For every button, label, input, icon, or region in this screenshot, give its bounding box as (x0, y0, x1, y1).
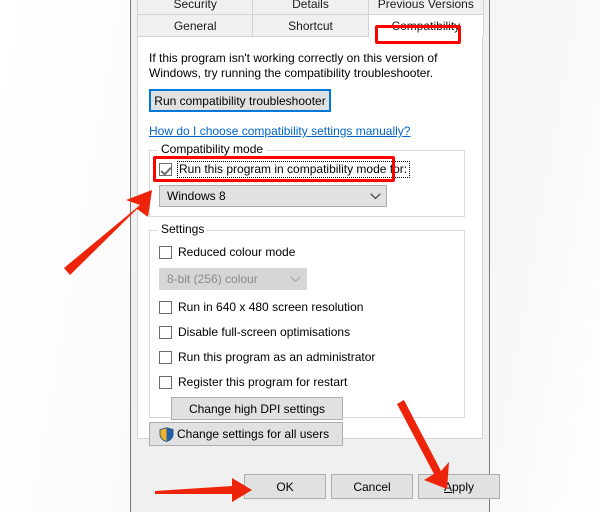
compatibility-os-select-value: Windows 8 (167, 190, 226, 202)
run-in-compatibility-mode-label: Run this program in compatibility mode f… (177, 160, 411, 178)
run-in-compatibility-mode-checkbox-row[interactable]: Run this program in compatibility mode f… (159, 160, 411, 178)
compatibility-tab-page: If this program isn't working correctly … (137, 36, 483, 446)
disable-fullscreen-optimisations-checkbox[interactable] (159, 325, 172, 339)
change-high-dpi-settings-label: Change high DPI settings (188, 401, 326, 416)
apply-label-rest: pply (452, 479, 475, 494)
tab-details-label: Details (292, 0, 329, 11)
choose-settings-manually-link[interactable]: How do I choose compatibility settings m… (149, 124, 410, 138)
tab-row-1: Security Details Previous Versions (137, 0, 484, 14)
run-compatibility-troubleshooter-label: Run compatibility troubleshooter (154, 93, 326, 108)
dialog-footer: OK Cancel Apply (131, 466, 500, 512)
settings-group: Settings Reduced colour mode 8-bit (256)… (149, 223, 465, 420)
run-640x480-label: Run in 640 x 480 screen resolution (178, 299, 364, 314)
tab-details[interactable]: Details (252, 0, 369, 14)
colour-depth-select: 8-bit (256) colour (159, 268, 307, 290)
uac-shield-icon (159, 426, 174, 442)
apply-accelerator-letter: A (443, 479, 452, 494)
chevron-down-icon (284, 275, 306, 283)
properties-window: Security Details Previous Versions Gener… (130, 0, 500, 512)
tab-general[interactable]: General (137, 14, 254, 36)
compatibility-mode-group-title: Compatibility mode (158, 143, 267, 155)
ok-button-label: OK (276, 479, 294, 494)
disable-fullscreen-optimisations-checkbox-row[interactable]: Disable full-screen optimisations (159, 324, 350, 340)
change-settings-for-all-users-button[interactable]: Change settings for all users (149, 422, 343, 446)
run-as-administrator-label: Run this program as an administrator (178, 349, 376, 364)
compatibility-os-select[interactable]: Windows 8 (159, 185, 387, 207)
run-as-administrator-checkbox[interactable] (159, 350, 172, 364)
reduced-colour-mode-checkbox-row[interactable]: Reduced colour mode (159, 244, 295, 260)
compatibility-mode-group: Compatibility mode Run this program in c… (149, 143, 465, 217)
register-for-restart-checkbox[interactable] (159, 375, 172, 389)
tab-general-label: General (173, 18, 217, 33)
register-for-restart-checkbox-row[interactable]: Register this program for restart (159, 374, 347, 390)
reduced-colour-mode-label: Reduced colour mode (178, 244, 296, 259)
tab-shortcut[interactable]: Shortcut (252, 14, 369, 36)
tab-security[interactable]: Security (137, 0, 254, 14)
ok-button[interactable]: OK (244, 474, 326, 499)
run-in-compatibility-mode-checkbox[interactable] (159, 162, 172, 176)
tab-shortcut-label: Shortcut (288, 18, 333, 33)
chevron-down-icon (364, 192, 386, 200)
tab-compatibility[interactable]: Compatibility (367, 14, 484, 37)
run-640x480-checkbox[interactable] (159, 300, 172, 314)
tab-previous-versions[interactable]: Previous Versions (367, 0, 484, 14)
tab-row-2: General Shortcut Compatibility (137, 14, 484, 37)
change-settings-for-all-users-label: Change settings for all users (177, 427, 330, 441)
cancel-button-label: Cancel (353, 479, 391, 494)
colour-depth-select-value: 8-bit (256) colour (167, 273, 258, 285)
run-as-administrator-checkbox-row[interactable]: Run this program as an administrator (159, 349, 375, 365)
cancel-button[interactable]: Cancel (331, 474, 413, 499)
tab-security-label: Security (173, 0, 217, 11)
reduced-colour-mode-checkbox[interactable] (159, 245, 172, 259)
register-for-restart-label: Register this program for restart (178, 374, 348, 389)
tab-previous-versions-label: Previous Versions (377, 0, 474, 11)
tab-compatibility-label: Compatibility (391, 18, 461, 33)
change-high-dpi-settings-button[interactable]: Change high DPI settings (171, 397, 343, 420)
run-compatibility-troubleshooter-button[interactable]: Run compatibility troubleshooter (149, 89, 331, 112)
disable-fullscreen-optimisations-label: Disable full-screen optimisations (178, 324, 351, 339)
intro-text: If this program isn't working correctly … (149, 51, 438, 80)
apply-button[interactable]: Apply (418, 474, 500, 499)
apply-button-label: Apply (444, 481, 474, 493)
run-640x480-checkbox-row[interactable]: Run in 640 x 480 screen resolution (159, 299, 363, 315)
settings-group-title: Settings (158, 223, 208, 235)
